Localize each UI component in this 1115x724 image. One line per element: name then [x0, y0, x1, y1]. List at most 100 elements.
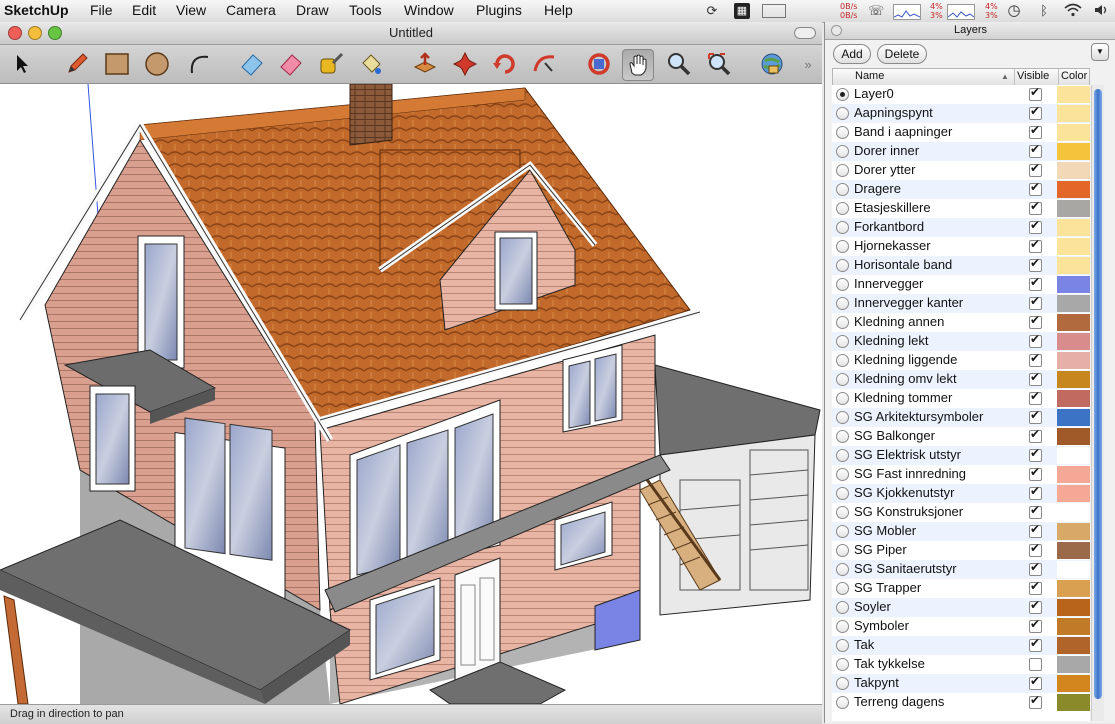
eraser-icon[interactable] [237, 49, 267, 79]
layer-color-swatch[interactable] [1057, 162, 1090, 179]
layer-name[interactable]: SG Mobler [854, 523, 916, 538]
layer-row[interactable]: SG Elektrisk utstyr [832, 446, 1090, 465]
layer-name[interactable]: Tak [854, 637, 874, 652]
layer-color-swatch[interactable] [1057, 466, 1090, 483]
layer-visible-checkbox[interactable] [1029, 636, 1042, 652]
layer-row[interactable]: SG Trapper [832, 579, 1090, 598]
layer-color-swatch[interactable] [1057, 485, 1090, 502]
layer-color-swatch[interactable] [1057, 447, 1090, 464]
layer-visible-checkbox[interactable] [1029, 427, 1042, 443]
push-pull-icon[interactable] [410, 49, 440, 79]
layer-row[interactable]: SG Mobler [832, 522, 1090, 541]
active-layer-radio[interactable] [836, 620, 849, 633]
layer-color-swatch[interactable] [1057, 637, 1090, 654]
layer-visible-checkbox[interactable] [1029, 199, 1042, 215]
layer-color-swatch[interactable] [1057, 656, 1090, 673]
app-menu[interactable]: SketchUp [4, 2, 69, 18]
layer-color-swatch[interactable] [1057, 238, 1090, 255]
layer-name[interactable]: SG Konstruksjoner [854, 504, 963, 519]
layer-row[interactable]: Innervegger [832, 275, 1090, 294]
layer-name[interactable]: Dorer ytter [854, 162, 915, 177]
active-layer-radio[interactable] [836, 145, 849, 158]
menu-help[interactable]: Help [544, 2, 573, 18]
layer-visible-checkbox[interactable] [1029, 142, 1042, 158]
column-visible[interactable]: Visible [1017, 70, 1049, 82]
active-layer-radio[interactable] [836, 582, 849, 595]
layer-row[interactable]: Dragere [832, 180, 1090, 199]
layer-color-swatch[interactable] [1057, 276, 1090, 293]
layer-color-swatch[interactable] [1057, 86, 1090, 103]
layer-visible-checkbox[interactable] [1029, 446, 1042, 462]
layer-color-swatch[interactable] [1057, 694, 1090, 711]
active-layer-radio[interactable] [836, 392, 849, 405]
menu-file[interactable]: File [90, 2, 113, 18]
bluetooth-icon[interactable]: ᛒ [1036, 3, 1052, 19]
layer-name[interactable]: SG Elektrisk utstyr [854, 447, 961, 462]
phone-icon[interactable]: ☏ [868, 3, 884, 19]
active-layer-radio[interactable] [836, 525, 849, 538]
layer-color-swatch[interactable] [1057, 428, 1090, 445]
get-models-icon[interactable] [757, 49, 787, 79]
active-layer-radio[interactable] [836, 468, 849, 481]
layer-color-swatch[interactable] [1057, 143, 1090, 160]
rotate-icon[interactable] [490, 49, 520, 79]
column-name[interactable]: Name [855, 70, 884, 82]
active-layer-radio[interactable] [836, 354, 849, 367]
layer-row[interactable]: Layer0 [832, 85, 1090, 104]
column-color[interactable]: Color [1061, 70, 1087, 82]
layer-visible-checkbox[interactable] [1029, 180, 1042, 196]
arc-icon[interactable] [184, 49, 214, 79]
layer-name[interactable]: Innervegger [854, 276, 923, 291]
layer-row[interactable]: Takpynt [832, 674, 1090, 693]
active-layer-radio[interactable] [836, 240, 849, 253]
layer-color-swatch[interactable] [1057, 314, 1090, 331]
active-layer-radio[interactable] [836, 335, 849, 348]
active-layer-radio[interactable] [836, 126, 849, 139]
layers-scroll-thumb[interactable] [1094, 89, 1102, 699]
layer-row[interactable]: SG Konstruksjoner [832, 503, 1090, 522]
layer-color-swatch[interactable] [1057, 523, 1090, 540]
layer-visible-checkbox[interactable] [1029, 522, 1042, 538]
layer-color-swatch[interactable] [1057, 675, 1090, 692]
spaces-icon[interactable]: ▦ [734, 3, 750, 19]
active-layer-radio[interactable] [836, 639, 849, 652]
menu-plugins[interactable]: Plugins [476, 2, 522, 18]
layer-color-swatch[interactable] [1057, 542, 1090, 559]
layer-visible-checkbox[interactable] [1029, 541, 1042, 557]
layer-row[interactable]: Horisontale band [832, 256, 1090, 275]
layer-row[interactable]: Soyler [832, 598, 1090, 617]
layer-name[interactable]: Kledning tommer [854, 390, 952, 405]
layer-name[interactable]: SG Balkonger [854, 428, 935, 443]
layer-name[interactable]: Forkantbord [854, 219, 924, 234]
layer-visible-checkbox[interactable] [1029, 598, 1042, 614]
layer-color-swatch[interactable] [1057, 181, 1090, 198]
rectangle-icon[interactable] [102, 49, 132, 79]
circle-icon[interactable] [142, 49, 172, 79]
pan-icon[interactable] [622, 49, 654, 81]
layer-row[interactable]: Forkantbord [832, 218, 1090, 237]
layer-color-swatch[interactable] [1057, 390, 1090, 407]
layer-row[interactable]: SG Piper [832, 541, 1090, 560]
layer-name[interactable]: Band i aapninger [854, 124, 952, 139]
layer-name[interactable]: Kledning omv lekt [854, 371, 957, 386]
layer-visible-checkbox[interactable] [1029, 237, 1042, 253]
zoom-extents-icon[interactable] [704, 49, 734, 79]
layer-name[interactable]: SG Arkitektursymboler [854, 409, 983, 424]
layer-visible-checkbox[interactable] [1029, 161, 1042, 177]
layer-name[interactable]: Horisontale band [854, 257, 952, 272]
layer-color-swatch[interactable] [1057, 105, 1090, 122]
pencil-icon[interactable] [62, 49, 92, 79]
active-layer-radio[interactable] [836, 164, 849, 177]
active-layer-radio[interactable] [836, 677, 849, 690]
active-layer-radio[interactable] [836, 88, 849, 101]
delete-layer-button[interactable]: Delete [877, 44, 927, 64]
layer-row[interactable]: SG Sanitaerutstyr [832, 560, 1090, 579]
layer-color-swatch[interactable] [1057, 333, 1090, 350]
layer-visible-checkbox[interactable] [1029, 313, 1042, 329]
layer-row[interactable]: Dorer ytter [832, 161, 1090, 180]
active-layer-radio[interactable] [836, 316, 849, 329]
layer-color-swatch[interactable] [1057, 352, 1090, 369]
layer-name[interactable]: SG Sanitaerutstyr [854, 561, 957, 576]
layer-name[interactable]: Etasjeskillere [854, 200, 931, 215]
layer-row[interactable]: Symboler [832, 617, 1090, 636]
